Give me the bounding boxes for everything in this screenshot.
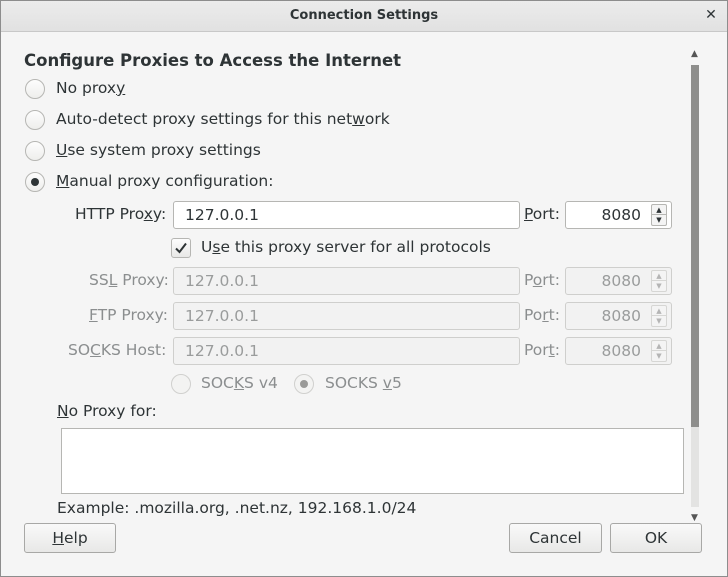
socks-host-label: SOCKS Host: — [68, 341, 167, 359]
ftp-proxy-label: FTP Proxy: — [89, 306, 168, 324]
socks-port-value: 8080 — [601, 342, 641, 360]
socks-port-label: Port: — [524, 341, 560, 359]
increment-arrow-icon: ▲ — [651, 340, 667, 351]
scroll-up-icon[interactable]: ▲ — [691, 49, 698, 59]
close-icon[interactable]: ✕ — [703, 7, 719, 23]
http-proxy-input[interactable]: 127.0.0.1 — [173, 201, 520, 229]
help-button[interactable]: Help — [24, 523, 116, 553]
radio-label-auto-detect: Auto-detect proxy settings for this netw… — [56, 110, 390, 128]
ssl-port-label: Port: — [524, 271, 560, 289]
ftp-proxy-input[interactable]: 127.0.0.1 — [173, 302, 520, 330]
radio-indicator-selected[interactable] — [294, 374, 314, 394]
radio-dot-icon — [300, 380, 308, 388]
radio-indicator-selected[interactable] — [25, 172, 45, 192]
vertical-scrollbar[interactable]: ▲ ▼ — [687, 49, 703, 523]
decrement-arrow-icon: ▼ — [651, 351, 667, 362]
increment-arrow-icon: ▲ — [651, 270, 667, 281]
decrement-arrow-icon[interactable]: ▼ — [651, 215, 667, 226]
scrollbar-thumb[interactable] — [691, 65, 699, 427]
ftp-port-stepper[interactable]: 8080 ▲ ▼ — [565, 302, 672, 330]
ssl-port-value: 8080 — [601, 272, 641, 290]
socks-port-stepper[interactable]: 8080 ▲ ▼ — [565, 337, 672, 365]
checkbox-indicator[interactable] — [171, 238, 191, 258]
radio-label-system-proxy: Use system proxy settings — [56, 141, 261, 159]
socks-v5-label: SOCKS v5 — [325, 374, 402, 392]
ssl-proxy-input[interactable]: 127.0.0.1 — [173, 267, 520, 295]
section-heading: Configure Proxies to Access the Internet — [24, 51, 402, 70]
decrement-arrow-icon: ▼ — [651, 316, 667, 327]
http-port-label: Port: — [524, 205, 560, 223]
socks-host-input[interactable]: 127.0.0.1 — [173, 337, 520, 365]
radio-indicator[interactable] — [25, 79, 45, 99]
radio-indicator[interactable] — [25, 141, 45, 161]
increment-arrow-icon: ▲ — [651, 305, 667, 316]
scroll-down-icon[interactable]: ▼ — [691, 513, 698, 523]
no-proxy-label: No Proxy for: — [57, 402, 157, 420]
ftp-port-value: 8080 — [601, 307, 641, 325]
socks-v4-label: SOCKS v4 — [201, 374, 278, 392]
dialog-window: Connection Settings ✕ Configure Proxies … — [0, 0, 728, 577]
title-bar: Connection Settings ✕ — [1, 1, 727, 32]
http-proxy-label: HTTP Proxy: — [75, 205, 167, 223]
radio-label-no-proxy: No proxy — [56, 79, 126, 97]
share-proxy-label: Use this proxy server for all protocols — [201, 238, 491, 256]
radio-indicator[interactable] — [25, 110, 45, 130]
decrement-arrow-icon: ▼ — [651, 281, 667, 292]
radio-label-manual-proxy: Manual proxy configuration: — [56, 172, 274, 190]
ssl-proxy-label: SSL Proxy: — [89, 271, 169, 289]
ok-button[interactable]: OK — [610, 523, 702, 553]
increment-arrow-icon[interactable]: ▲ — [651, 204, 667, 215]
radio-indicator[interactable] — [171, 374, 191, 394]
no-proxy-example: Example: .mozilla.org, .net.nz, 192.168.… — [57, 499, 417, 517]
ssl-port-stepper[interactable]: 8080 ▲ ▼ — [565, 267, 672, 295]
radio-dot-icon — [31, 178, 39, 186]
checkmark-icon — [175, 242, 187, 254]
http-port-value: 8080 — [601, 206, 641, 224]
window-title: Connection Settings — [289, 8, 439, 23]
ftp-port-label: Port: — [524, 306, 560, 324]
cancel-button[interactable]: Cancel — [509, 523, 602, 553]
http-port-stepper[interactable]: 8080 ▲ ▼ — [565, 201, 672, 229]
no-proxy-textarea[interactable] — [61, 428, 684, 494]
